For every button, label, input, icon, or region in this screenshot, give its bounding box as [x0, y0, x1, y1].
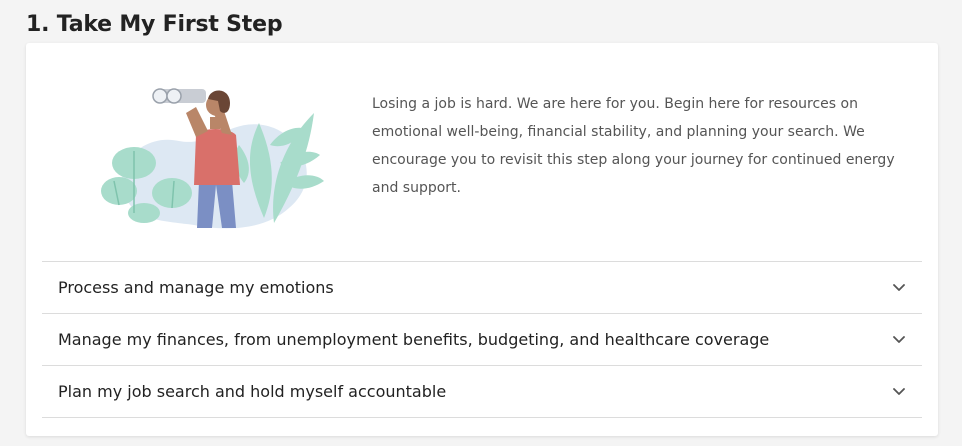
accordion: Process and manage my emotions Manage my… — [42, 261, 922, 418]
chevron-down-icon — [892, 333, 906, 347]
accordion-item-finances[interactable]: Manage my finances, from unemployment be… — [42, 313, 922, 365]
chevron-down-icon — [892, 385, 906, 399]
accordion-item-emotions[interactable]: Process and manage my emotions — [42, 261, 922, 313]
accordion-item-job-search[interactable]: Plan my job search and hold myself accou… — [42, 365, 922, 418]
step-card: Losing a job is hard. We are here for yo… — [26, 43, 938, 436]
accordion-item-label: Manage my finances, from unemployment be… — [58, 330, 770, 349]
accordion-item-label: Plan my job search and hold myself accou… — [58, 382, 447, 401]
chevron-down-icon — [892, 281, 906, 295]
section-title: 1. Take My First Step — [26, 12, 283, 37]
intro-text: Losing a job is hard. We are here for yo… — [372, 96, 895, 196]
person-with-binoculars-illustration — [84, 73, 324, 233]
accordion-item-label: Process and manage my emotions — [58, 278, 334, 297]
